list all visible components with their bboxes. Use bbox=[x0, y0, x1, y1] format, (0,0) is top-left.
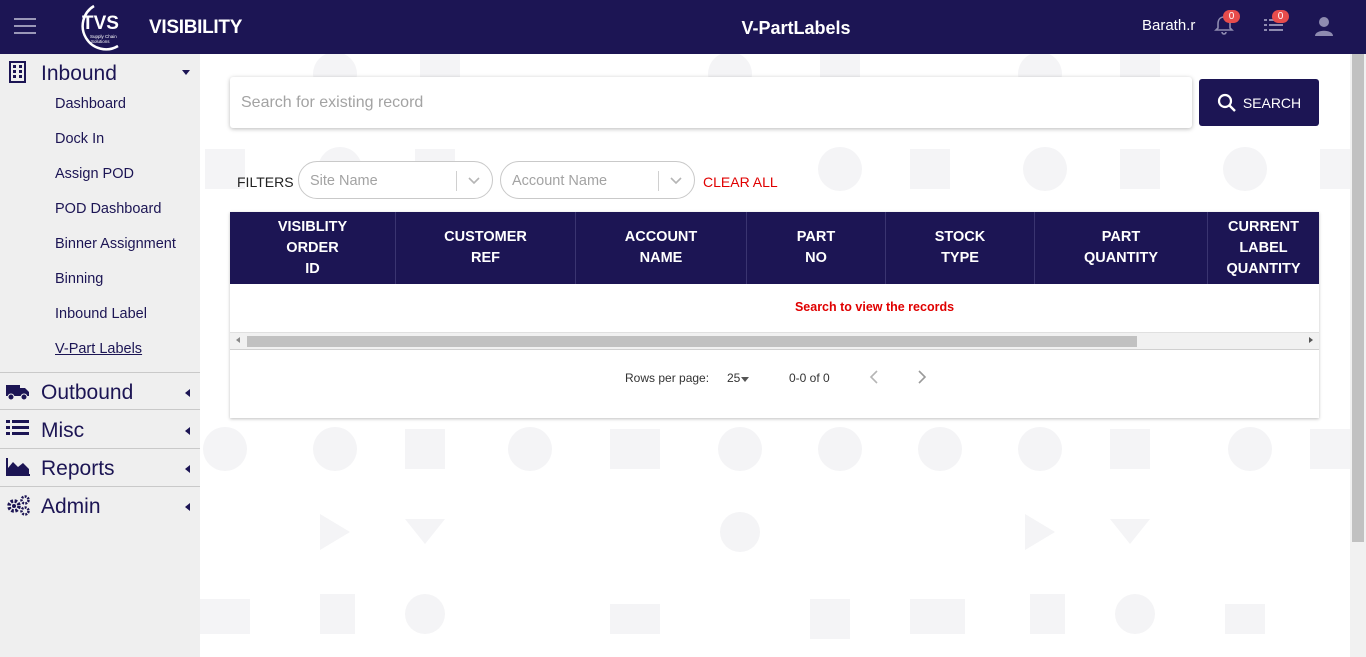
sidebar-item-inbound-label[interactable]: Inbound Label bbox=[55, 306, 147, 322]
tasks-button[interactable]: 0 bbox=[1262, 10, 1289, 38]
chevron-down-icon bbox=[670, 177, 682, 185]
scroll-right-arrow-icon[interactable] bbox=[1309, 337, 1313, 343]
search-button-label: SEARCH bbox=[1242, 94, 1302, 111]
search-button[interactable]: SEARCH bbox=[1199, 79, 1319, 126]
column-header-part-quantity[interactable]: PART QUANTITY bbox=[1035, 212, 1208, 284]
sidebar-section-reports[interactable]: Reports bbox=[0, 449, 200, 487]
caret-down-icon[interactable] bbox=[741, 377, 749, 382]
pagination-range: 0-0 of 0 bbox=[789, 371, 830, 385]
search-input[interactable] bbox=[230, 77, 1192, 128]
previous-page-icon[interactable] bbox=[867, 369, 881, 385]
gears-icon bbox=[7, 495, 30, 516]
truck-icon bbox=[6, 385, 29, 401]
account-name-placeholder: Account Name bbox=[512, 173, 608, 189]
search-icon bbox=[1217, 93, 1236, 112]
column-header-account-name[interactable]: ACCOUNT NAME bbox=[576, 212, 747, 284]
hamburger-menu-icon[interactable] bbox=[14, 18, 36, 36]
notifications-badge: 0 bbox=[1223, 10, 1240, 23]
sidebar-item-dashboard[interactable]: Dashboard bbox=[55, 96, 126, 112]
next-page-icon[interactable] bbox=[915, 369, 929, 385]
table-header: VISIBLITY ORDER ID CUSTOMER REF ACCOUNT NAME… bbox=[230, 212, 1319, 284]
select-separator bbox=[658, 171, 659, 191]
column-header-stock-type[interactable]: STOCK TYPE bbox=[886, 212, 1035, 284]
page-title: V-PartLabels bbox=[741, 18, 851, 38]
sidebar: Inbound Dashboard Dock In Assign POD POD… bbox=[0, 54, 200, 657]
scrollbar-thumb[interactable] bbox=[1352, 54, 1364, 542]
divider bbox=[230, 349, 1319, 350]
select-separator bbox=[456, 171, 457, 191]
chevron-down-icon bbox=[468, 177, 480, 185]
sidebar-section-label: Admin bbox=[41, 495, 101, 518]
sidebar-section-outbound[interactable]: Outbound bbox=[0, 372, 200, 410]
sidebar-section-label: Outbound bbox=[41, 381, 134, 404]
sidebar-section-admin[interactable]: Admin bbox=[0, 487, 200, 525]
notifications-button[interactable]: 0 bbox=[1213, 10, 1240, 38]
search-box bbox=[230, 77, 1192, 128]
filters-label: FILTERS bbox=[237, 174, 294, 190]
account-name-select[interactable]: Account Name bbox=[500, 161, 695, 199]
sidebar-item-binner-assignment[interactable]: Binner Assignment bbox=[55, 236, 176, 252]
caret-left-icon bbox=[185, 427, 190, 435]
column-header-customer-ref[interactable]: CUSTOMER REF bbox=[396, 212, 576, 284]
list-icon bbox=[6, 420, 29, 435]
records-table: VISIBLITY ORDER ID CUSTOMER REF ACCOUNT NAME… bbox=[230, 212, 1319, 418]
user-name[interactable]: Barath.r bbox=[1142, 17, 1195, 34]
sidebar-section-misc[interactable]: Misc bbox=[0, 411, 200, 449]
tasks-badge: 0 bbox=[1272, 10, 1289, 23]
sidebar-section-label: Inbound bbox=[41, 62, 117, 85]
app-title: VISIBILITY bbox=[149, 17, 243, 38]
column-header-part-no[interactable]: PART NO bbox=[747, 212, 886, 284]
sidebar-item-dock-in[interactable]: Dock In bbox=[55, 131, 104, 147]
caret-left-icon bbox=[185, 503, 190, 511]
sidebar-item-assign-pod[interactable]: Assign POD bbox=[55, 166, 134, 182]
caret-left-icon bbox=[185, 389, 190, 397]
site-name-placeholder: Site Name bbox=[310, 173, 378, 189]
svg-text:TVS: TVS bbox=[82, 13, 119, 34]
sidebar-section-label: Misc bbox=[41, 419, 85, 442]
page-scrollbar[interactable] bbox=[1350, 54, 1366, 657]
clear-all-button[interactable]: CLEAR ALL bbox=[703, 174, 778, 190]
scroll-left-arrow-icon[interactable] bbox=[236, 337, 240, 343]
svg-text:Solutions: Solutions bbox=[91, 39, 110, 44]
building-icon bbox=[9, 61, 26, 83]
column-header-current-label-quantity[interactable]: CURRENT LABEL QUANTITY bbox=[1208, 212, 1319, 284]
caret-left-icon bbox=[185, 465, 190, 473]
caret-down-icon bbox=[182, 70, 190, 75]
rows-per-page-label: Rows per page: bbox=[625, 371, 710, 385]
user-avatar-icon[interactable] bbox=[1313, 14, 1337, 38]
sidebar-item-v-part-labels[interactable]: V-Part Labels bbox=[55, 341, 142, 357]
sidebar-section-label: Reports bbox=[41, 457, 115, 480]
sidebar-item-pod-dashboard[interactable]: POD Dashboard bbox=[55, 201, 161, 217]
sidebar-section-inbound[interactable]: Inbound bbox=[0, 54, 200, 92]
rows-per-page-select[interactable]: 25 bbox=[727, 371, 740, 385]
empty-table-message: Search to view the records bbox=[794, 300, 955, 314]
sidebar-item-binning[interactable]: Binning bbox=[55, 271, 103, 287]
tvs-logo: TVS Supply Chain Solutions bbox=[72, 2, 128, 52]
top-navbar: TVS Supply Chain Solutions VISIBILITY V-… bbox=[0, 0, 1366, 54]
column-header-visiblity-order-id[interactable]: VISIBLITY ORDER ID bbox=[230, 212, 396, 284]
scrollbar-thumb[interactable] bbox=[247, 336, 1137, 347]
area-chart-icon bbox=[6, 458, 30, 476]
table-horizontal-scrollbar[interactable] bbox=[230, 332, 1319, 349]
site-name-select[interactable]: Site Name bbox=[298, 161, 493, 199]
